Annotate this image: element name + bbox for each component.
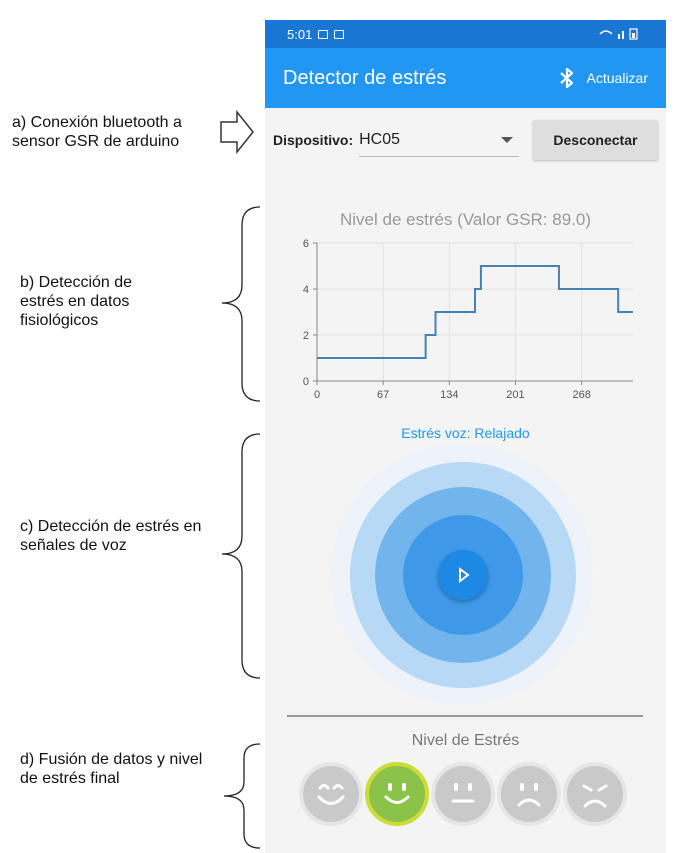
very-sad-face-icon (582, 784, 608, 808)
face-sad[interactable] (497, 762, 561, 826)
device-row: Dispositivo: HC05 Desconectar (265, 108, 666, 172)
chart-title: Nivel de estrés (Valor GSR: 89.0) (340, 210, 591, 229)
happy-face-icon (384, 783, 410, 804)
app-bar: Detector de estrés Actualizar (265, 48, 666, 108)
annotation-a: a) Conexión bluetooth a sensor GSR de ar… (12, 114, 182, 150)
status-bar: 5:01 (265, 20, 666, 48)
x-tick-label: 67 (377, 389, 389, 401)
device-selected-value: HC05 (359, 130, 401, 148)
y-tick-label: 2 (303, 330, 309, 342)
status-time: 5:01 (287, 26, 313, 42)
play-icon (459, 567, 470, 583)
check-icon (334, 29, 345, 39)
y-tick-label: 6 (303, 238, 309, 250)
chevron-down-icon (500, 136, 513, 143)
annotation-c: c) Detección de estrés en señales de voz (20, 518, 202, 554)
stress-level-label: Nivel de Estrés (411, 732, 520, 749)
face-very-sad[interactable] (563, 762, 627, 826)
annotation-d: d) Fusión de datos y nivel de estrés fin… (20, 751, 203, 787)
gsr-chart: 0 2 4 6 0 67 134 201 268 (303, 238, 634, 401)
y-tick-label: 4 (303, 284, 309, 296)
y-tick-label: 0 (303, 376, 309, 388)
very-happy-face-icon (317, 784, 345, 805)
refresh-button[interactable]: Actualizar (587, 70, 648, 86)
device-select[interactable]: HC05 (359, 123, 519, 157)
x-tick-label: 134 (440, 389, 458, 401)
device-label: Dispositivo: (273, 132, 354, 148)
divider (287, 715, 643, 717)
brace-c-icon (221, 433, 261, 679)
neutral-face-icon (451, 783, 475, 803)
x-tick-label: 268 (572, 389, 590, 401)
app-title: Detector de estrés (283, 66, 447, 89)
brace-b-icon (221, 206, 261, 402)
image-icon (318, 29, 329, 39)
signal-battery-icon (599, 28, 638, 40)
disconnect-button[interactable]: Desconectar (532, 120, 658, 160)
play-button[interactable] (438, 550, 488, 600)
face-neutral[interactable] (431, 762, 495, 826)
face-very-happy[interactable] (299, 762, 363, 826)
arrow-right-icon (220, 109, 254, 155)
face-happy[interactable] (365, 762, 429, 826)
bluetooth-icon[interactable] (557, 66, 577, 90)
x-tick-label: 0 (314, 389, 320, 401)
annotation-b: b) Detección de estrés en datos fisiológ… (20, 274, 133, 329)
brace-d-icon (223, 743, 261, 849)
x-tick-label: 201 (506, 389, 524, 401)
phone-screen: 5:01 Detector de estrés Actualizar Dispo… (265, 20, 666, 853)
voice-stress-label: Estrés voz: Relajado (401, 425, 530, 441)
sad-face-icon (517, 783, 541, 807)
figure: a) Conexión bluetooth a sensor GSR de ar… (0, 0, 682, 853)
